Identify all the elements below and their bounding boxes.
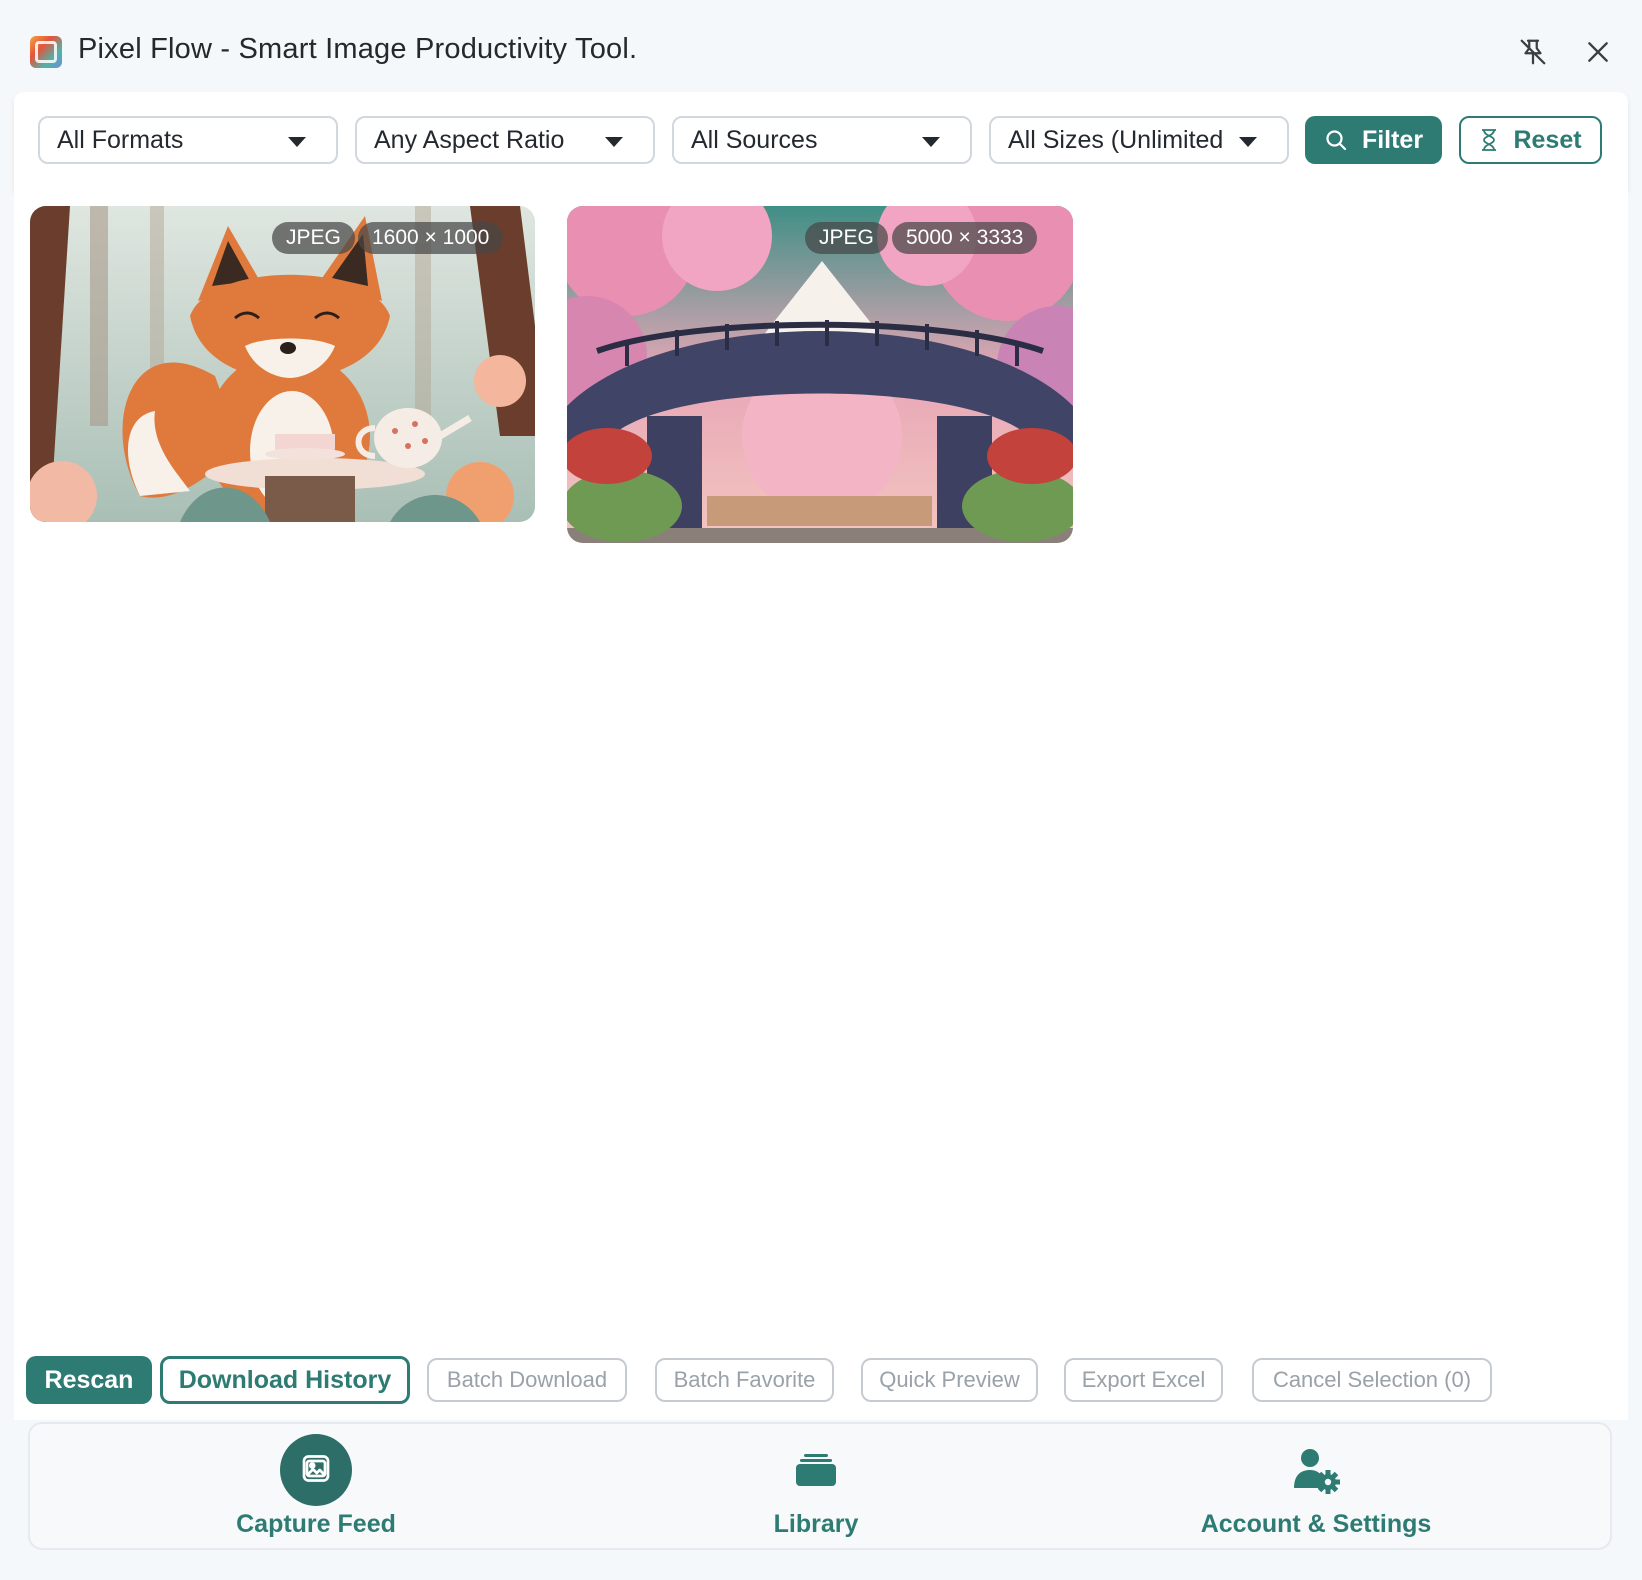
- image-card[interactable]: JPEG 5000 × 3333: [567, 206, 1073, 543]
- source-select-value: All Sources: [691, 125, 818, 154]
- format-badge: JPEG: [805, 222, 888, 254]
- nav-library-label: Library: [773, 1510, 859, 1538]
- download-history-button[interactable]: Download History: [160, 1356, 410, 1404]
- aspect-ratio-select-value: Any Aspect Ratio: [374, 125, 565, 154]
- nav-capture-feed-label: Capture Feed: [236, 1510, 396, 1538]
- search-icon: [1326, 130, 1347, 151]
- export-excel-button[interactable]: Export Excel: [1064, 1358, 1223, 1402]
- nav-account-settings-label: Account & Settings: [1200, 1510, 1432, 1538]
- image-card[interactable]: JPEG 1600 × 1000: [30, 206, 535, 522]
- dimensions-badge: 5000 × 3333: [892, 222, 1038, 254]
- rescan-button[interactable]: Rescan: [26, 1356, 152, 1404]
- chevron-down-icon: [922, 137, 940, 147]
- batch-favorite-button[interactable]: Batch Favorite: [655, 1358, 834, 1402]
- unpin-button[interactable]: [1513, 32, 1553, 72]
- stack-icon: [796, 1454, 836, 1486]
- nav-account-settings[interactable]: Account & Settings: [1116, 1424, 1516, 1552]
- nav-library[interactable]: Library: [666, 1424, 966, 1552]
- format-badge: JPEG: [272, 222, 355, 254]
- app-window: Pixel Flow - Smart Image Productivity To…: [0, 0, 1642, 1580]
- hourglass-icon: [1482, 129, 1497, 151]
- cancel-selection-button[interactable]: Cancel Selection (0): [1252, 1358, 1492, 1402]
- user-gear-icon: [1294, 1449, 1340, 1494]
- nav-capture-icon-wrap: [280, 1434, 352, 1506]
- app-title: Pixel Flow - Smart Image Productivity To…: [78, 33, 638, 65]
- dimensions-badge: 1600 × 1000: [358, 222, 504, 254]
- quick-preview-button[interactable]: Quick Preview: [861, 1358, 1038, 1402]
- title-bar: Pixel Flow - Smart Image Productivity To…: [0, 0, 1642, 92]
- unpin-icon: [1520, 39, 1546, 65]
- chevron-down-icon: [288, 137, 306, 147]
- app-logo-icon: [30, 36, 62, 68]
- close-button[interactable]: [1578, 32, 1618, 72]
- chevron-down-icon: [605, 137, 623, 147]
- nav-account-icon-wrap: [1280, 1434, 1352, 1506]
- format-select-value: All Formats: [57, 125, 184, 154]
- close-icon: [1588, 42, 1608, 62]
- source-select[interactable]: All Sources: [672, 116, 972, 164]
- nav-capture-feed[interactable]: Capture Feed: [166, 1424, 466, 1552]
- chevron-down-icon: [1239, 137, 1257, 147]
- reset-button[interactable]: Reset: [1459, 116, 1602, 164]
- reset-button-label: Reset: [1513, 125, 1582, 154]
- size-select[interactable]: All Sizes (Unlimited: [989, 116, 1289, 164]
- size-select-value: All Sizes (Unlimited: [1008, 125, 1224, 154]
- aspect-ratio-select[interactable]: Any Aspect Ratio: [355, 116, 655, 164]
- filter-button-label: Filter: [1361, 125, 1424, 154]
- bottom-nav: Capture Feed Library Account & Settings: [28, 1422, 1612, 1550]
- nav-library-icon-wrap: [780, 1434, 852, 1506]
- batch-download-button[interactable]: Batch Download: [427, 1358, 627, 1402]
- filter-button[interactable]: Filter: [1305, 116, 1442, 164]
- cherry-bridge-thumbnail: [567, 206, 1073, 543]
- image-grid: JPEG 1600 × 1000 JPEG 5000 × 3333: [14, 190, 1628, 1340]
- action-bar: Rescan Download History Batch Download B…: [14, 1340, 1628, 1420]
- format-select[interactable]: All Formats: [38, 116, 338, 164]
- filter-toolbar: All Formats Any Aspect Ratio All Sources…: [14, 92, 1628, 190]
- image-icon: [302, 1455, 330, 1482]
